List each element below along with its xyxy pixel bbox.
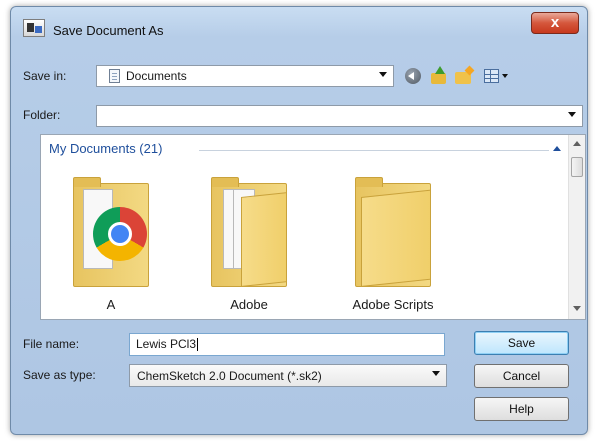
file-list-panel[interactable]: My Documents (21) A Adobe Adobe Scripts — [40, 134, 586, 320]
group-divider — [199, 150, 549, 151]
documents-icon — [109, 69, 120, 83]
save-in-dropdown[interactable]: Documents — [96, 65, 394, 87]
list-item[interactable]: Adobe — [189, 169, 309, 317]
cancel-button[interactable]: Cancel — [474, 364, 569, 388]
folder-with-chrome-icon — [73, 177, 149, 287]
group-title[interactable]: My Documents (21) — [49, 141, 162, 156]
title-bar[interactable]: Save Document As x — [11, 7, 587, 49]
up-folder-icon[interactable] — [428, 65, 450, 87]
save-as-type-value: ChemSketch 2.0 Document (*.sk2) — [137, 369, 322, 383]
file-name-input[interactable]: Lewis PCl3 — [129, 333, 445, 356]
new-folder-icon[interactable] — [453, 65, 475, 87]
folder-label: Folder: — [23, 108, 61, 122]
list-item[interactable]: A — [51, 169, 171, 317]
vertical-scrollbar[interactable] — [568, 135, 585, 319]
save-in-value: Documents — [126, 69, 187, 83]
dialog-title: Save Document As — [53, 23, 164, 38]
save-as-type-label: Save as type: — [23, 368, 96, 382]
chevron-down-icon — [379, 72, 387, 77]
save-document-dialog: Save Document As x Save in: Documents Fo… — [10, 6, 588, 435]
save-as-type-dropdown[interactable]: ChemSketch 2.0 Document (*.sk2) — [129, 364, 447, 387]
file-name-value: Lewis PCl3 — [136, 337, 197, 351]
chevron-down-icon — [432, 371, 440, 376]
collapse-chevron-icon[interactable] — [553, 146, 561, 151]
folder-icon — [211, 177, 287, 287]
list-item-label: Adobe — [230, 297, 268, 312]
scroll-down-icon[interactable] — [573, 306, 581, 311]
folder-dropdown[interactable] — [96, 105, 583, 127]
close-button[interactable]: x — [531, 12, 579, 34]
save-in-label: Save in: — [23, 69, 67, 83]
back-icon[interactable] — [402, 65, 424, 87]
scroll-up-icon[interactable] — [573, 141, 581, 146]
chevron-down-icon — [568, 112, 576, 117]
list-item-label: A — [106, 297, 116, 312]
chemsketch-app-icon — [23, 19, 45, 37]
list-item[interactable]: Adobe Scripts — [333, 169, 453, 317]
list-item-label: Adobe Scripts — [352, 297, 434, 312]
file-name-label: File name: — [23, 337, 80, 351]
folder-icon — [355, 177, 431, 287]
views-menu-icon[interactable] — [481, 65, 511, 87]
help-button[interactable]: Help — [474, 397, 569, 421]
scroll-thumb[interactable] — [571, 157, 583, 177]
save-button[interactable]: Save — [474, 331, 569, 355]
